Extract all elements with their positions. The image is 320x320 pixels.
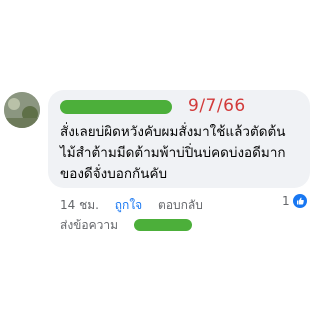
- avatar-photo: [4, 92, 40, 128]
- like-button[interactable]: ถูกใจ: [115, 198, 142, 212]
- handwritten-date-note: 9/7/66: [188, 96, 246, 116]
- reaction-count: 1: [282, 194, 290, 208]
- comment-bubble: 9/7/66 สั่งเลยบ่ผิดหวังคับผมสั่งมาใช้แล้…: [48, 90, 310, 188]
- reply-button[interactable]: ตอบกลับ: [158, 198, 203, 212]
- author-name-redacted[interactable]: [60, 100, 172, 114]
- comment-text: สั่งเลยบ่ผิดหวังคับผมสั่งมาใช้แล้วตัดต้น…: [60, 122, 304, 185]
- like-reaction-icon: [292, 194, 307, 208]
- reaction-summary[interactable]: 1: [282, 194, 307, 208]
- timestamp[interactable]: 14 ชม.: [60, 198, 99, 212]
- comment-line: สั่งเลยบ่ผิดหวังคับผมสั่งมาใช้แล้วตัดต้น: [60, 124, 286, 140]
- avatar[interactable]: [4, 92, 40, 128]
- comment-line: ไม้สำต้ามมีดต้ามพ้าบ่ปิ่นบ่คดบ่งอดีมาก: [60, 145, 286, 161]
- comment-line: ของดีจั่งบอกกันคับ: [60, 166, 168, 182]
- comment-actions: 14 ชม. ถูกใจ ตอบกลับ: [60, 196, 215, 215]
- replier-name-redacted[interactable]: [134, 219, 192, 231]
- replies-link[interactable]: ส่งข้อความ: [60, 216, 118, 235]
